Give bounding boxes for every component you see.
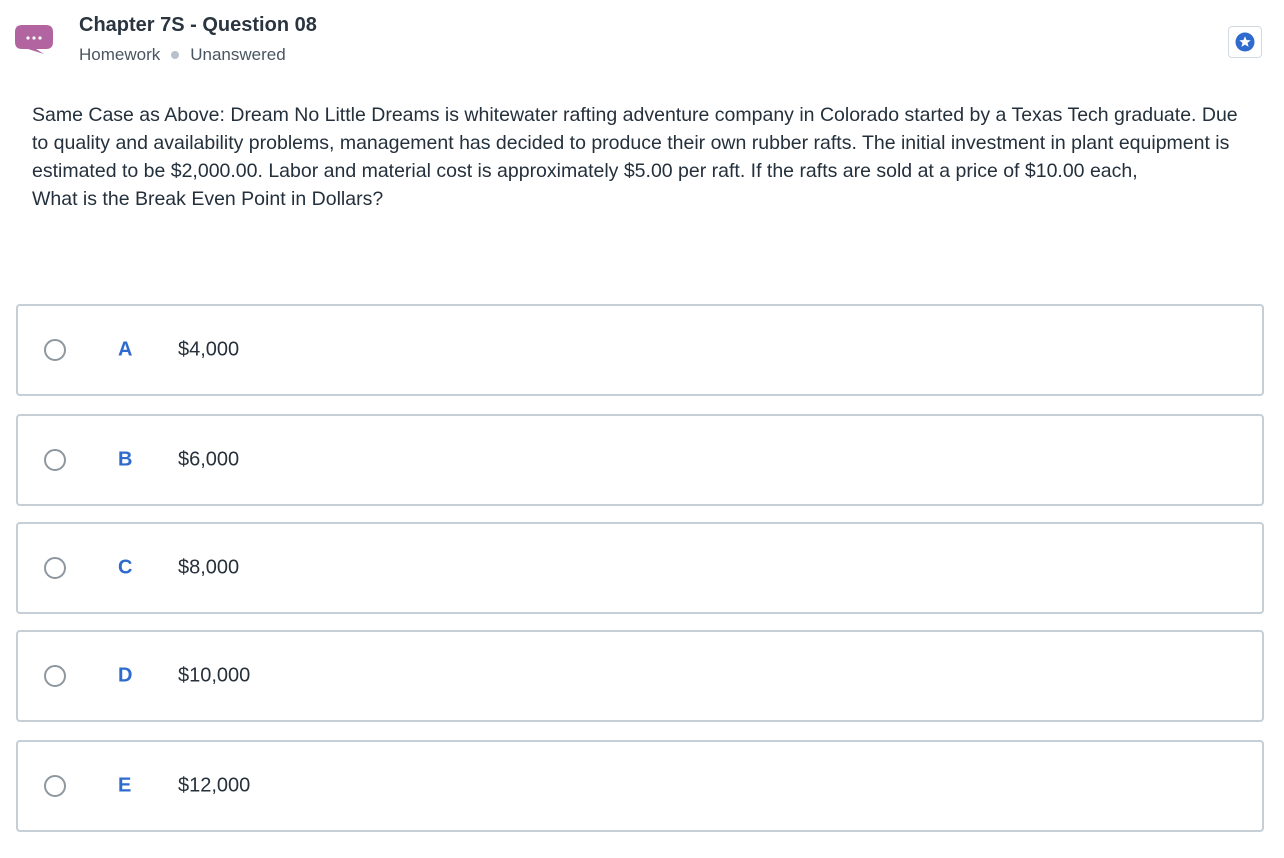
question-header: Chapter 7S - Question 08 Homework Unansw… [0, 0, 1284, 90]
star-icon [1235, 32, 1255, 52]
chat-bubble-icon[interactable] [14, 24, 54, 54]
radio-button[interactable] [44, 339, 66, 361]
category-label: Homework [79, 45, 161, 64]
bookmark-button[interactable] [1228, 26, 1262, 58]
answer-option-d[interactable]: D $10,000 [16, 630, 1264, 722]
answer-option-a[interactable]: A $4,000 [16, 304, 1264, 396]
question-meta: Homework Unanswered [79, 45, 286, 65]
answer-option-b[interactable]: B $6,000 [16, 414, 1264, 506]
page-title: Chapter 7S - Question 08 [79, 14, 317, 36]
separator-dot [171, 51, 180, 59]
status-label: Unanswered [190, 45, 286, 64]
radio-button[interactable] [44, 665, 66, 687]
option-text: $10,000 [178, 664, 251, 687]
option-text: $8,000 [178, 556, 240, 579]
question-prompt: What is the Break Even Point in Dollars? [32, 188, 384, 210]
option-text: $12,000 [178, 774, 251, 797]
radio-button[interactable] [44, 775, 66, 797]
option-letter: E [118, 774, 132, 797]
option-letter: C [118, 556, 133, 579]
answer-option-c[interactable]: C $8,000 [16, 522, 1264, 614]
option-text: $6,000 [178, 448, 240, 471]
radio-button[interactable] [44, 557, 66, 579]
radio-button[interactable] [44, 449, 66, 471]
option-text: $4,000 [178, 338, 240, 361]
answer-option-e[interactable]: E $12,000 [16, 740, 1264, 832]
option-letter: B [118, 448, 133, 471]
question-text: Same Case as Above: Dream No Little Drea… [32, 101, 1257, 213]
question-body: Same Case as Above: Dream No Little Drea… [32, 104, 1238, 182]
option-letter: D [118, 664, 133, 687]
option-letter: A [118, 338, 133, 361]
